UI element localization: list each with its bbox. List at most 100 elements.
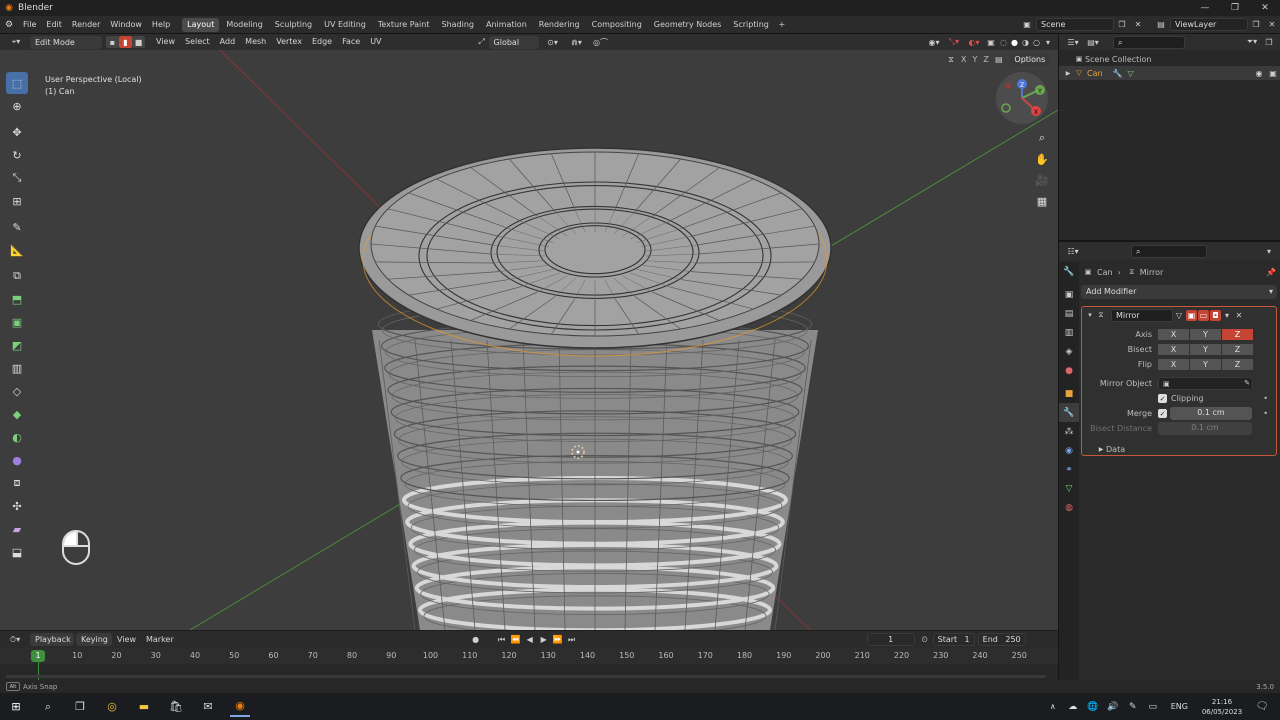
vp-menu-select[interactable]: Select: [180, 33, 215, 51]
jump-next-key-icon[interactable]: ⏩: [551, 635, 565, 644]
show-viewport-toggle-icon[interactable]: ▭: [1198, 309, 1209, 321]
tray-cloud-icon[interactable]: ☁: [1063, 697, 1083, 717]
mode-select[interactable]: Edit Mode: [30, 35, 102, 49]
world-tab-icon[interactable]: ●: [1059, 361, 1079, 380]
preview-range-icon[interactable]: ⏲: [917, 635, 933, 645]
bevel-tool-icon[interactable]: ◩: [6, 334, 28, 356]
language-indicator[interactable]: ENG: [1171, 702, 1188, 711]
new-collection-icon[interactable]: ❐: [1262, 38, 1276, 47]
mail-icon[interactable]: ✉: [198, 697, 218, 717]
add-workspace-icon[interactable]: +: [775, 20, 789, 29]
constraints-tab-icon[interactable]: ⚭: [1059, 460, 1079, 479]
mirror-x-toggle[interactable]: X: [958, 55, 969, 64]
menu-edit[interactable]: Edit: [41, 16, 67, 34]
smooth-tool-icon[interactable]: ●: [6, 449, 28, 471]
new-view-layer-icon[interactable]: ❐: [1248, 20, 1264, 29]
bisect-y-toggle[interactable]: Y: [1190, 344, 1221, 355]
pan-hand-icon[interactable]: ✋: [1033, 149, 1051, 169]
vp-menu-uv[interactable]: UV: [365, 33, 386, 51]
clock[interactable]: 21:16 06/05/2023: [1196, 697, 1248, 717]
timeline-view-menu[interactable]: View: [112, 631, 141, 649]
tab-shading[interactable]: Shading: [436, 18, 479, 32]
spin-tool-icon[interactable]: ◐: [6, 426, 28, 448]
visibility-eye-icon[interactable]: ◉: [1252, 69, 1266, 78]
edit-mode-toggle-icon[interactable]: ▽: [1173, 311, 1185, 320]
shading-render-icon[interactable]: ○: [1031, 38, 1042, 47]
timeline-area[interactable]: 10 20 30 40 50 60 70 80 90 100 110 120 130 140 150 160 1…: [0, 648, 1058, 680]
outliner-editor-icon[interactable]: ☰▾: [1063, 38, 1083, 47]
scene-tab-icon[interactable]: ◈: [1059, 342, 1079, 361]
properties-editor-icon[interactable]: ☷▾: [1063, 247, 1083, 256]
gizmo-icon[interactable]: ⤡▾: [944, 37, 964, 47]
orientation-select[interactable]: Global: [488, 35, 539, 49]
output-tab-icon[interactable]: ▤: [1059, 304, 1079, 323]
snap-icon[interactable]: ⋒▾: [567, 38, 587, 47]
select-box-tool-icon[interactable]: ⬚: [6, 72, 28, 94]
mirror-z-toggle[interactable]: Z: [980, 55, 991, 64]
shading-solid-icon[interactable]: ●: [1009, 38, 1020, 47]
tab-scripting[interactable]: Scripting: [728, 18, 774, 32]
shading-wire-icon[interactable]: ◌: [998, 38, 1009, 47]
tab-rendering[interactable]: Rendering: [534, 18, 585, 32]
maximize-icon[interactable]: ❐: [1220, 3, 1250, 13]
scene-field[interactable]: Scene: [1036, 18, 1114, 31]
tab-animation[interactable]: Animation: [481, 18, 532, 32]
menu-render[interactable]: Render: [67, 16, 105, 34]
tab-compositing[interactable]: Compositing: [587, 18, 647, 32]
vp-menu-add[interactable]: Add: [215, 33, 241, 51]
zoom-icon[interactable]: ⌕: [1033, 128, 1051, 148]
clipping-checkbox[interactable]: ✓: [1158, 394, 1167, 403]
knife-tool-icon[interactable]: ◇: [6, 380, 28, 402]
play-reverse-icon[interactable]: ◀: [523, 635, 537, 644]
jump-end-icon[interactable]: ⏭: [565, 635, 579, 645]
new-scene-icon[interactable]: ❐: [1114, 20, 1130, 29]
view-layer-field[interactable]: ViewLayer: [1170, 18, 1248, 31]
move-tool-icon[interactable]: ✥: [6, 121, 28, 143]
tab-uv-editing[interactable]: UV Editing: [319, 18, 371, 32]
shear-tool-icon[interactable]: ▰: [6, 518, 28, 540]
material-tab-icon[interactable]: ◍: [1059, 498, 1079, 517]
jump-start-icon[interactable]: ⏮: [495, 635, 509, 645]
tray-battery-icon[interactable]: ▭: [1143, 697, 1163, 717]
timeline-scrollbar[interactable]: [6, 675, 1046, 678]
blender-taskbar-icon[interactable]: ◉: [230, 697, 250, 717]
tab-geometry-nodes[interactable]: Geometry Nodes: [649, 18, 726, 32]
clipping-keyframe-dot[interactable]: •: [1263, 394, 1268, 403]
file-explorer-icon[interactable]: ▬: [134, 697, 154, 717]
eyedropper-icon[interactable]: ✎: [1244, 378, 1250, 389]
measure-tool-icon[interactable]: 📐: [6, 239, 28, 261]
tab-texture-paint[interactable]: Texture Paint: [373, 18, 435, 32]
vp-menu-face[interactable]: Face: [337, 33, 365, 51]
rotate-tool-icon[interactable]: ↻: [6, 144, 28, 166]
notification-icon[interactable]: 🗨: [1252, 697, 1272, 717]
tray-volume-icon[interactable]: 🔊: [1103, 697, 1123, 717]
shrink-fatten-tool-icon[interactable]: ✣: [6, 495, 28, 517]
face-select-icon[interactable]: ■: [132, 36, 145, 48]
shading-material-icon[interactable]: ◑: [1020, 38, 1031, 47]
add-modifier-button[interactable]: Add Modifier ▾: [1081, 285, 1277, 299]
mirror-y-toggle[interactable]: Y: [969, 55, 980, 64]
extrude-tool-icon[interactable]: ⬒: [6, 288, 28, 310]
overlay-icon[interactable]: ◐▾: [964, 38, 984, 47]
modifier-tab-icon[interactable]: 🔧: [1059, 403, 1079, 422]
merge-checkbox[interactable]: ✓: [1158, 409, 1167, 418]
delete-view-layer-icon[interactable]: ✕: [1264, 20, 1280, 29]
pivot-icon[interactable]: ⊙▾: [543, 38, 563, 47]
current-frame-field[interactable]: 1: [866, 633, 915, 646]
properties-search-input[interactable]: ⌕: [1131, 244, 1207, 258]
edge-slide-tool-icon[interactable]: ⧈: [6, 472, 28, 494]
pin-icon[interactable]: 📌: [1265, 268, 1277, 277]
proportional-edit-icon[interactable]: ◎⌒: [591, 37, 611, 48]
scene-icon[interactable]: ▣: [1018, 20, 1036, 29]
add-cube-tool-icon[interactable]: ⧉: [6, 265, 28, 287]
menu-window[interactable]: Window: [105, 16, 147, 34]
taskbar-search-icon[interactable]: ⌕: [38, 697, 58, 717]
menu-file[interactable]: File: [18, 16, 41, 34]
scene-collection-row[interactable]: ▣ Scene Collection: [1059, 52, 1280, 66]
inset-tool-icon[interactable]: ▣: [6, 311, 28, 333]
windows-start-icon[interactable]: ⊞: [6, 697, 26, 717]
transform-tool-icon[interactable]: ⊞: [6, 190, 28, 212]
delete-scene-icon[interactable]: ✕: [1130, 20, 1146, 29]
play-icon[interactable]: ▶: [537, 635, 551, 644]
vp-menu-vertex[interactable]: Vertex: [271, 33, 307, 51]
